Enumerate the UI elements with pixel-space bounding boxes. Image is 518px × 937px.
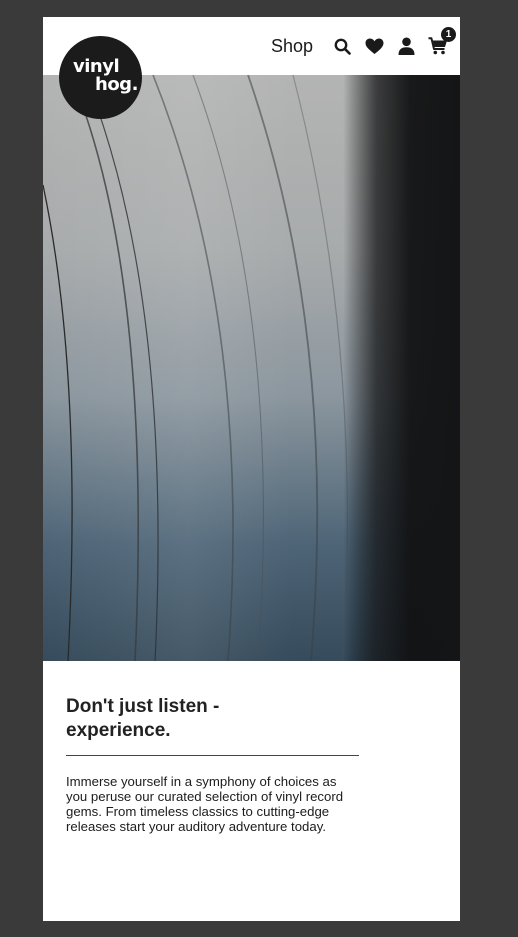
cart-icon[interactable]: 1	[428, 27, 456, 56]
intro-section: Don't just listen - experience. Immerse …	[66, 695, 366, 834]
user-icon[interactable]	[396, 36, 416, 56]
heart-icon[interactable]	[364, 36, 384, 56]
cart-count-badge: 1	[441, 27, 456, 42]
hero-image	[43, 75, 460, 661]
logo-text-line2: hog.	[95, 74, 138, 95]
page-frame: Shop 1 vinyl hog. Don't just listen - ex…	[43, 17, 460, 921]
main-nav: Shop 1	[271, 27, 456, 65]
vinyl-record-image	[43, 75, 460, 661]
section-headline: Don't just listen - experience.	[66, 696, 220, 741]
nav-shop-link[interactable]: Shop	[271, 36, 313, 57]
section-body-text: Immerse yourself in a symphony of choice…	[66, 774, 344, 834]
search-icon[interactable]	[332, 36, 352, 56]
divider	[66, 755, 359, 756]
vinyl-hog-logo[interactable]: vinyl hog.	[59, 36, 142, 119]
